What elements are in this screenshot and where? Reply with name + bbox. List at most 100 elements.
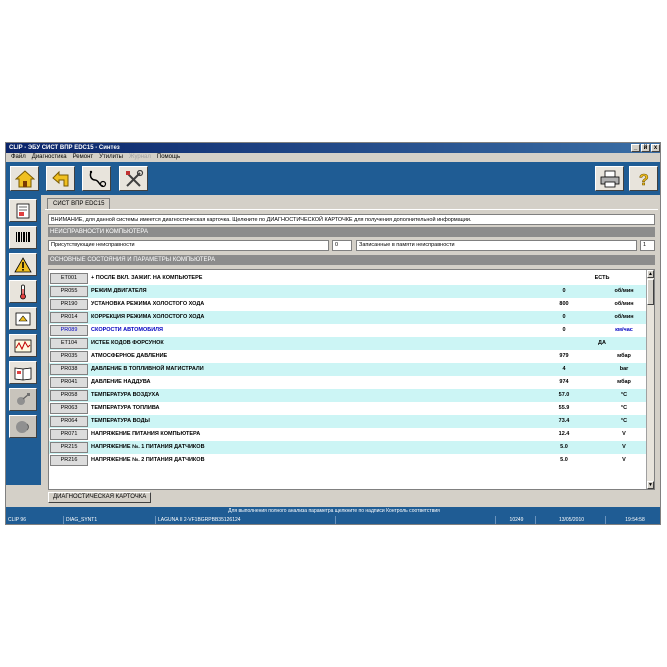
- menu-help[interactable]: Помощь: [154, 153, 183, 162]
- param-unit: мбар: [617, 379, 631, 385]
- faults-section-header: НЕИСПРАВНОСТИ КОМПЬЮТЕРА: [48, 227, 655, 237]
- param-label: ТЕМПЕРАТУРА ВОДЫ: [91, 418, 150, 424]
- param-value: 974: [559, 379, 569, 385]
- params-section-header: ОСНОВНЫЕ СОСТОЯНИЯ И ПАРАМЕТРЫ КОМПЬЮТЕР…: [48, 255, 655, 265]
- actuators-button[interactable]: [9, 307, 37, 330]
- param-code-button[interactable]: PR064: [50, 416, 88, 427]
- param-code-button[interactable]: PR058: [50, 390, 88, 401]
- close-button[interactable]: x: [651, 144, 660, 152]
- sound-button[interactable]: [9, 415, 37, 438]
- table-row: PR055 РЕЖИМ ДВИГАТЕЛЯ 0 об/мин: [49, 285, 647, 298]
- params-scrollbar[interactable]: ▲ ▼: [646, 270, 654, 489]
- param-code-button[interactable]: PR035: [50, 351, 88, 362]
- diagnostic-card-button[interactable]: ДИАГНОСТИЧЕСКАЯ КАРТОЧКА: [48, 492, 152, 503]
- param-unit: об/мин: [614, 288, 634, 294]
- param-code-button[interactable]: PR055: [50, 286, 88, 297]
- tab-system[interactable]: СИСТ ВПР EDC15: [47, 198, 111, 209]
- param-code-button[interactable]: PR190: [50, 299, 88, 310]
- param-label: НАПРЯЖЕНИЕ №. 1 ПИТАНИЯ ДАТЧИКОВ: [91, 444, 205, 450]
- side-toolbar: [6, 195, 41, 485]
- param-unit: V: [622, 457, 626, 463]
- param-value: 979: [559, 353, 569, 359]
- param-value: ДА: [598, 340, 606, 346]
- param-code-button[interactable]: PR215: [50, 442, 88, 453]
- params-table: ET001 + ПОСЛЕ ВКЛ. ЗАЖИГ. НА КОМПЬЮТЕРЕ ЕС…: [48, 269, 655, 490]
- vin-button[interactable]: [9, 226, 37, 249]
- param-label: УСТАНОВКА РЕЖИМА ХОЛОСТОГО ХОДА: [91, 301, 205, 307]
- help-button[interactable]: ?: [629, 166, 658, 191]
- menu-file[interactable]: Файл: [8, 153, 29, 162]
- telecoding-button[interactable]: [9, 388, 37, 411]
- table-row: PR041 ДАВЛЕНИЕ НАДДУВА 974 мбар: [49, 376, 647, 389]
- scroll-thumb[interactable]: [647, 279, 654, 305]
- status-diag: DIAG_SYNT1: [64, 516, 156, 524]
- param-unit: bar: [619, 366, 629, 372]
- menu-diagnostics[interactable]: Диагностика: [29, 153, 70, 162]
- param-code-button[interactable]: PR071: [50, 429, 88, 440]
- param-label: ТЕМПЕРАТУРА ВОЗДУХА: [91, 392, 160, 398]
- window-title: CLIP - ЭБУ СИСТ ВПР EDC15 - Синтез: [9, 145, 120, 151]
- clip-window: CLIP - ЭБУ СИСТ ВПР EDC15 - Синтез _ й x…: [5, 142, 661, 525]
- scroll-down-button[interactable]: ▼: [647, 481, 654, 489]
- print-button[interactable]: [595, 166, 624, 191]
- system-panel: ВНИМАНИЕ, для данной системы имеется диа…: [45, 209, 658, 503]
- tester-icon: [15, 312, 31, 325]
- table-row: PR064 ТЕМПЕРАТУРА ВОДЫ 73.4 °C: [49, 415, 647, 428]
- param-code-button[interactable]: ET104: [50, 338, 88, 349]
- parameters-button[interactable]: [9, 280, 37, 303]
- menu-bar: Файл Диагностика Ремонт Утилиты Журнал П…: [6, 153, 660, 162]
- faults-button[interactable]: [9, 253, 37, 276]
- faults-row: Присутствующие неисправности 0 Записанны…: [48, 240, 655, 251]
- status-vehicle: LAGUNA II 2-VF1BGRPBB35126124: [156, 516, 336, 524]
- table-row: PR216 НАПРЯЖЕНИЕ №. 2 ПИТАНИЯ ДАТЧИКОВ 5.0…: [49, 454, 647, 467]
- stored-faults-label[interactable]: Записанные в памяти неисправности: [356, 240, 637, 251]
- param-unit: V: [622, 431, 626, 437]
- minimize-button[interactable]: _: [631, 144, 640, 152]
- param-code-button[interactable]: PR063: [50, 403, 88, 414]
- param-value: 800: [559, 301, 569, 307]
- param-label: РЕЖИМ ДВИГАТЕЛЯ: [91, 288, 147, 294]
- param-code-button[interactable]: PR216: [50, 455, 88, 466]
- menu-utilities[interactable]: Утилиты: [96, 153, 126, 162]
- oscilloscope-icon: [14, 339, 32, 352]
- ecu-button[interactable]: [9, 199, 37, 222]
- svg-text:?: ?: [639, 172, 649, 188]
- status-clip: CLIP 96: [6, 516, 64, 524]
- table-row: PR035 АТМОСФЕРНОЕ ДАВЛЕНИЕ 979 мбар: [49, 350, 647, 363]
- menu-repair[interactable]: Ремонт: [70, 153, 97, 162]
- scroll-up-button[interactable]: ▲: [647, 270, 654, 278]
- param-unit: °C: [620, 392, 628, 398]
- status-date: 13/05/2010: [536, 516, 606, 524]
- param-code-button[interactable]: PR038: [50, 364, 88, 375]
- table-row: PR014 КОРРЕКЦИЯ РЕЖИМА ХОЛОСТОГО ХОДА 0 об/…: [49, 311, 647, 324]
- printer-icon: [600, 170, 619, 187]
- param-code-button[interactable]: PR014: [50, 312, 88, 323]
- param-code-button[interactable]: PR041: [50, 377, 88, 388]
- param-code-button[interactable]: ET001: [50, 273, 88, 284]
- repair-tools-button[interactable]: [119, 166, 148, 191]
- param-unit: км/час: [615, 327, 633, 333]
- table-row: PR038 ДАВЛЕНИЕ В ТОПЛИВНОЙ МАГИСТРАЛИ 4 bar: [49, 363, 647, 376]
- param-label: + ПОСЛЕ ВКЛ. ЗАЖИГ. НА КОМПЬЮТЕРЕ: [91, 275, 203, 281]
- param-label: СКОРОСТИ АВТОМОБИЛЯ: [91, 327, 163, 333]
- satellite-icon: [17, 392, 30, 405]
- back-arrow-icon: [51, 170, 68, 186]
- home-button[interactable]: [10, 166, 39, 191]
- param-value: ЕСТЬ: [594, 275, 610, 281]
- back-button[interactable]: [46, 166, 75, 191]
- table-row: PR190 УСТАНОВКА РЕЖИМА ХОЛОСТОГО ХОДА 800 о…: [49, 298, 647, 311]
- restore-button[interactable]: й: [641, 144, 650, 152]
- title-bar: CLIP - ЭБУ СИСТ ВПР EDC15 - Синтез _ й x: [6, 143, 660, 153]
- param-value: 5.0: [560, 444, 568, 450]
- param-label: ДАВЛЕНИЕ НАДДУВА: [91, 379, 151, 385]
- graph-button[interactable]: [9, 334, 37, 357]
- window-controls: _ й x: [631, 144, 660, 152]
- param-unit: об/мин: [614, 314, 634, 320]
- table-row: ET001 + ПОСЛЕ ВКЛ. ЗАЖИГ. НА КОМПЬЮТЕРЕ ЕС…: [49, 272, 647, 285]
- present-faults-count: 0: [332, 240, 352, 251]
- param-label: АТМОСФЕРНОЕ ДАВЛЕНИЕ: [91, 353, 168, 359]
- diagnostic-button[interactable]: [82, 166, 111, 191]
- documentation-button[interactable]: [9, 361, 37, 384]
- param-code-button[interactable]: PR089: [50, 325, 88, 336]
- status-empty: [336, 516, 496, 524]
